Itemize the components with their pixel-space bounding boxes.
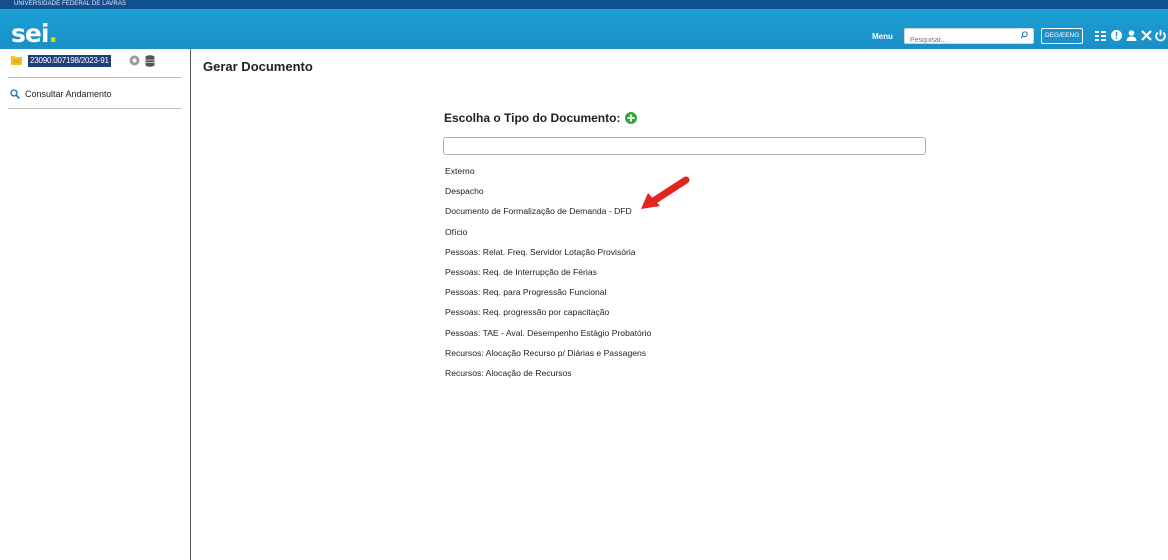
choose-title-text: Escolha o Tipo do Documento: <box>444 111 621 125</box>
process-row: 23090.007198/2023-91 <box>8 55 188 67</box>
choose-document-type-heading: Escolha o Tipo do Documento: <box>444 111 638 125</box>
document-type-item[interactable]: Recursos: Alocação de Recursos <box>445 365 651 385</box>
process-number[interactable]: 23090.007198/2023-91 <box>28 55 111 67</box>
university-name: UNIVERSIDADE FEDERAL DE LAVRAS <box>14 1 127 7</box>
folder-icon[interactable] <box>11 56 22 65</box>
document-type-filter-input[interactable] <box>443 137 926 155</box>
sidebar-divider <box>8 77 181 78</box>
university-bar: UNIVERSIDADE FEDERAL DE LAVRAS <box>0 0 1168 9</box>
document-type-list: Externo Despacho Documento de Formalização… <box>445 163 651 385</box>
document-type-item[interactable]: Pessoas: TAE - Aval. Desempenho Estágio … <box>445 325 651 345</box>
sidebar: 23090.007198/2023-91 Consultar Andamento <box>0 49 191 560</box>
document-type-item[interactable]: Pessoas: Req. para Progressão Funcional <box>445 284 651 304</box>
document-type-item[interactable]: Documento de Formalização de Demanda - D… <box>445 203 651 223</box>
sei-logo[interactable]: sei. <box>11 21 58 46</box>
search-input[interactable] <box>905 33 1010 47</box>
consultar-andamento-label: Consultar Andamento <box>25 89 112 99</box>
search-icon <box>10 89 20 99</box>
power-icon[interactable] <box>1154 29 1167 42</box>
document-type-item[interactable]: Pessoas: Req. progressão por capacitação <box>445 304 651 324</box>
info-icon[interactable] <box>1110 29 1123 42</box>
gear-icon[interactable] <box>129 55 140 66</box>
document-type-item[interactable]: Despacho <box>445 183 651 203</box>
consultar-andamento-link[interactable]: Consultar Andamento <box>10 88 112 100</box>
document-type-item[interactable]: Pessoas: Req. de Interrupção de Férias <box>445 264 651 284</box>
grid-list-icon[interactable] <box>1094 29 1107 42</box>
unit-selector[interactable]: DEG/EENG <box>1041 28 1084 44</box>
plus-circle-icon[interactable] <box>625 112 638 124</box>
page-title: Gerar Documento <box>203 59 313 74</box>
logo-text: sei <box>11 19 49 48</box>
document-type-item[interactable]: Externo <box>445 163 651 183</box>
document-type-item[interactable]: Ofício <box>445 224 651 244</box>
search-icon[interactable] <box>1020 31 1028 39</box>
red-arrow-annotation <box>641 176 690 209</box>
database-icon[interactable] <box>145 55 155 67</box>
user-icon[interactable] <box>1125 29 1138 42</box>
logo-dot: . <box>48 19 57 48</box>
document-type-item[interactable]: Pessoas: Relat. Freq. Servidor Lotação P… <box>445 244 651 264</box>
close-x-icon[interactable] <box>1140 29 1153 42</box>
menu-button[interactable]: Menu <box>872 32 893 41</box>
search-box <box>904 28 1034 47</box>
sidebar-divider <box>8 108 181 109</box>
app-header: sei. Menu DEG/EENG <box>0 9 1168 49</box>
document-type-item[interactable]: Recursos: Alocação Recurso p/ Diárias e … <box>445 345 651 365</box>
